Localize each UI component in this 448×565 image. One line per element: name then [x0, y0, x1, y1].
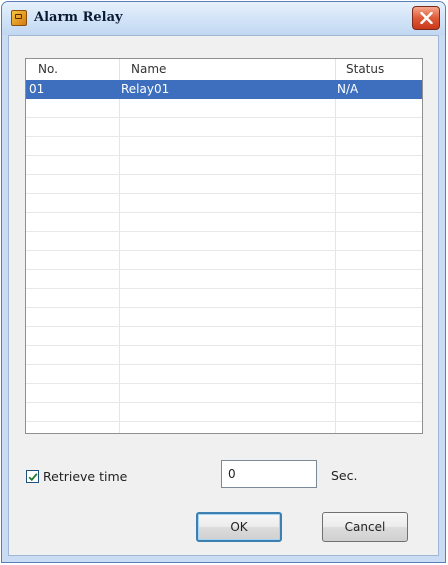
empty-row: [26, 137, 422, 156]
close-icon: [420, 12, 433, 24]
empty-row: [26, 289, 422, 308]
column-header-name[interactable]: Name: [120, 59, 336, 80]
ok-button[interactable]: OK: [196, 512, 282, 542]
retrieve-time-input[interactable]: [221, 460, 317, 488]
relay-status-cell: N/A: [337, 82, 359, 96]
empty-row: [26, 403, 422, 422]
relay-name-cell: Relay01: [121, 82, 170, 96]
retrieve-time-option[interactable]: Retrieve time: [26, 469, 127, 484]
empty-row: [26, 99, 422, 118]
retrieve-time-checkbox[interactable]: [26, 470, 39, 483]
alarm-relay-dialog: Alarm Relay No. Name Status 01 Relay01 N/A: [1, 1, 446, 563]
empty-row: [26, 118, 422, 137]
empty-row: [26, 251, 422, 270]
cancel-button[interactable]: Cancel: [322, 512, 408, 542]
relay-number-cell: 01: [29, 82, 45, 96]
relay-list-header: No. Name Status: [26, 59, 422, 81]
seconds-unit-label: Sec.: [331, 468, 358, 483]
relay-list[interactable]: No. Name Status 01 Relay01 N/A: [25, 58, 423, 434]
empty-row: [26, 194, 422, 213]
empty-row: [26, 384, 422, 403]
empty-row: [26, 327, 422, 346]
alarm-relay-app-icon: [11, 10, 27, 26]
empty-row: [26, 365, 422, 384]
empty-row: [26, 213, 422, 232]
empty-row: [26, 270, 422, 289]
checkmark-icon: [28, 473, 38, 482]
table-row[interactable]: 01 Relay01 N/A: [26, 80, 422, 99]
empty-row: [26, 156, 422, 175]
empty-row: [26, 346, 422, 365]
window-title: Alarm Relay: [34, 10, 123, 25]
title-bar[interactable]: Alarm Relay: [2, 2, 445, 35]
close-button[interactable]: [412, 6, 440, 30]
retrieve-time-label: Retrieve time: [43, 469, 128, 484]
empty-row: [26, 308, 422, 327]
empty-row: [26, 175, 422, 194]
column-header-no[interactable]: No.: [26, 59, 120, 80]
column-header-status[interactable]: Status: [336, 59, 422, 80]
dialog-client-area: No. Name Status 01 Relay01 N/A Retrieve ti…: [8, 35, 439, 556]
relay-list-rows: 01 Relay01 N/A: [26, 80, 422, 433]
empty-row: [26, 232, 422, 251]
